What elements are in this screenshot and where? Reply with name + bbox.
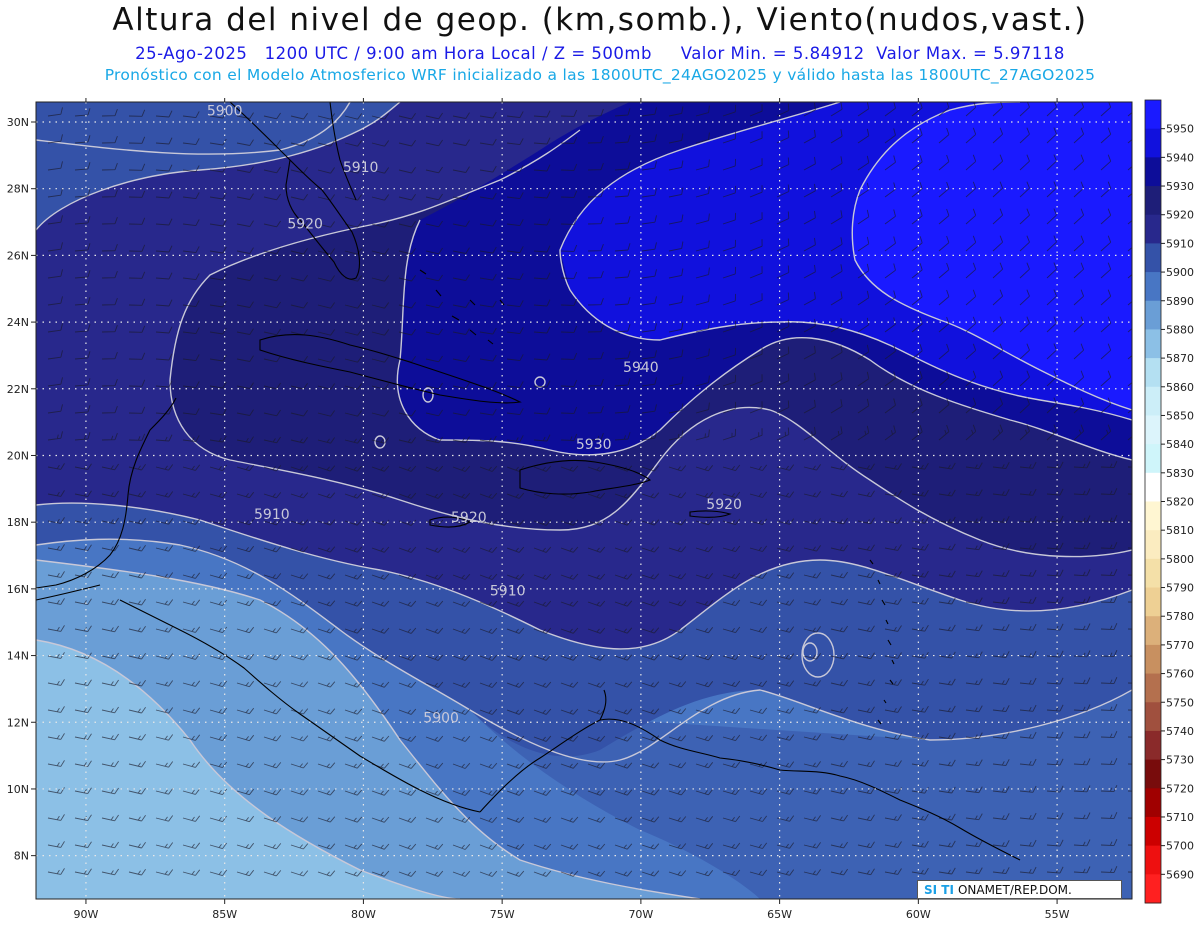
colorbar-label: 5740 <box>1166 725 1194 738</box>
lat-tick-label: 10N <box>7 783 29 796</box>
colorbar-label: 5890 <box>1166 295 1194 308</box>
colorbar-label: 5710 <box>1166 811 1194 824</box>
colorbar-label: 5820 <box>1166 496 1194 509</box>
colorbar-label: 5830 <box>1166 467 1194 480</box>
colorbar-label: 5700 <box>1166 840 1194 853</box>
colorbar-swatch <box>1145 243 1161 273</box>
colorbar-swatch <box>1145 845 1161 875</box>
lat-tick-label: 28N <box>7 183 29 196</box>
colorbar-swatch <box>1145 558 1161 589</box>
colorbar-swatch <box>1145 816 1161 847</box>
colorbar-swatch <box>1145 874 1161 904</box>
colorbar-label: 5800 <box>1166 553 1194 566</box>
lon-tick-label: 90W <box>74 908 99 921</box>
contour-label: 5900 <box>207 103 243 119</box>
colorbar-label: 5720 <box>1166 782 1194 795</box>
map-plot-area: 5900 5910 5920 5940 5930 5920 5920 5910 5910 5900 <box>36 102 1132 899</box>
contour-label: 5920 <box>287 217 323 233</box>
colorbar-label: 5910 <box>1166 237 1194 250</box>
lon-tick-label: 60W <box>906 908 931 921</box>
colorbar-swatch <box>1145 730 1161 761</box>
contour-label: 5940 <box>623 360 659 376</box>
colorbar-label: 5950 <box>1166 123 1194 136</box>
colorbar-label: 5930 <box>1166 180 1194 193</box>
colorbar-swatch <box>1145 702 1161 732</box>
colorbar-label: 5810 <box>1166 524 1194 537</box>
lat-tick-label: 14N <box>7 650 29 663</box>
contour-label: 5920 <box>451 510 487 526</box>
colorbar-label: 5790 <box>1166 582 1194 595</box>
colorbar-swatch <box>1145 530 1161 560</box>
lon-tick-label: 70W <box>628 908 653 921</box>
lon-tick-label: 80W <box>351 908 376 921</box>
colorbar-swatch <box>1145 272 1161 302</box>
colorbar-swatch <box>1145 501 1161 531</box>
lat-tick-label: 20N <box>7 449 29 462</box>
contour-label: 5920 <box>706 497 742 513</box>
lon-tick-label: 85W <box>212 908 237 921</box>
colorbar-swatch <box>1145 186 1161 216</box>
colorbar-label: 5860 <box>1166 381 1194 394</box>
colorbar-swatch <box>1145 214 1161 244</box>
lat-tick-label: 24N <box>7 316 29 329</box>
colorbar-swatch <box>1145 788 1161 818</box>
colorbar-swatch <box>1145 386 1161 416</box>
colorbar-swatch <box>1145 673 1161 703</box>
colorbar-label: 5840 <box>1166 438 1194 451</box>
colorbar-swatch <box>1145 644 1161 675</box>
colorbar-label: 5880 <box>1166 323 1194 336</box>
lon-tick-label: 75W <box>490 908 515 921</box>
credit-box: SI TI ONAMET/REP.DOM. <box>917 880 1122 899</box>
contour-label: 5910 <box>254 507 290 523</box>
lon-tick-label: 55W <box>1045 908 1070 921</box>
lon-tick-label: 65W <box>767 908 792 921</box>
colorbar-label: 5780 <box>1166 610 1194 623</box>
colorbar-swatch <box>1145 759 1161 789</box>
colorbar-swatch <box>1145 128 1161 158</box>
lat-tick-label: 18N <box>7 516 29 529</box>
credit-text: ONAMET/REP.DOM. <box>957 883 1072 897</box>
colorbar-swatch <box>1145 587 1161 617</box>
lat-tick-label: 8N <box>14 850 29 863</box>
colorbar-swatch <box>1145 157 1161 187</box>
colorbar-swatch <box>1145 616 1161 646</box>
contour-label: 5930 <box>576 437 612 453</box>
colorbar-swatch <box>1145 329 1161 359</box>
colorbar-label: 5850 <box>1166 409 1194 422</box>
colorbar-label: 5900 <box>1166 266 1194 279</box>
colorbar-swatch <box>1145 415 1161 445</box>
lat-tick-label: 22N <box>7 383 29 396</box>
colorbar-label: 5730 <box>1166 754 1194 767</box>
contour-label: 5900 <box>423 710 459 726</box>
colorbar-label: 5760 <box>1166 668 1194 681</box>
colorbar-swatch <box>1145 300 1161 330</box>
contour-label: 5910 <box>490 584 526 600</box>
colorbar-label: 5750 <box>1166 696 1194 709</box>
colorbar-label: 5690 <box>1166 868 1194 881</box>
colorbar-label: 5920 <box>1166 209 1194 222</box>
colorbar-label: 5940 <box>1166 151 1194 164</box>
credit-logo: SI TI <box>924 883 954 897</box>
lat-tick-label: 12N <box>7 716 29 729</box>
lat-tick-label: 30N <box>7 116 29 129</box>
colorbar-swatch <box>1145 358 1161 388</box>
colorbar-swatch <box>1145 100 1161 130</box>
geopotential-map: 5900591059205940593059205920591059105900… <box>7 98 1194 921</box>
lat-tick-label: 26N <box>7 249 29 262</box>
colorbar-label: 5870 <box>1166 352 1194 365</box>
contour-label: 5910 <box>343 160 379 176</box>
colorbar-swatch <box>1145 472 1161 502</box>
colorbar-swatch <box>1145 444 1161 474</box>
colorbar: 5950 5940 5930 5920 5910 5900 5890 5880 5870 5860… <box>1144 99 1194 904</box>
colorbar-label: 5770 <box>1166 639 1194 652</box>
lat-tick-label: 16N <box>7 583 29 596</box>
